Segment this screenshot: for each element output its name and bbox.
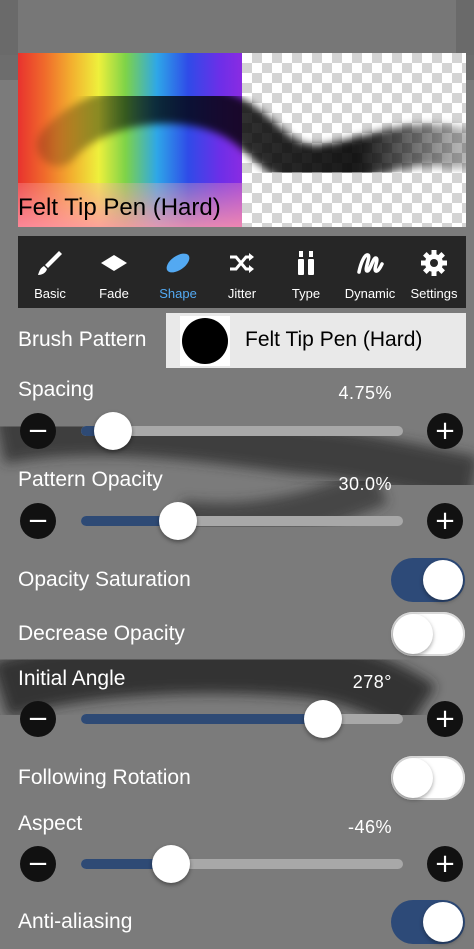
opacity-saturation-label: Opacity Saturation: [18, 568, 191, 591]
slider-knob[interactable]: [94, 412, 133, 450]
pattern-opacity-plus-button[interactable]: +: [427, 503, 463, 539]
anti-aliasing-label: Anti-aliasing: [18, 910, 133, 933]
pattern-thumbnail: [180, 316, 230, 366]
initial-angle-slider[interactable]: [81, 700, 403, 738]
spacing-value: 4.75%: [338, 383, 392, 403]
ellipse-icon: [166, 253, 190, 273]
tab-label: Dynamic: [344, 286, 396, 301]
tab-dynamic[interactable]: Dynamic: [338, 236, 402, 308]
tab-jitter[interactable]: Jitter: [210, 236, 274, 308]
decrease-opacity-toggle[interactable]: [391, 612, 465, 656]
pattern-opacity-minus-button[interactable]: −: [20, 503, 56, 539]
tab-label: Basic: [34, 286, 66, 301]
slider-fill: [81, 714, 323, 724]
initial-angle-minus-button[interactable]: −: [20, 701, 56, 737]
pattern-name: Felt Tip Pen (Hard): [245, 328, 423, 351]
brush-pattern-label: Brush Pattern: [18, 328, 147, 351]
slider-knob[interactable]: [152, 845, 191, 883]
brush-icon: [38, 251, 62, 275]
tab-basic[interactable]: Basic: [18, 236, 82, 308]
gear-icon: [421, 250, 447, 276]
tab-label: Fade: [99, 286, 129, 301]
tubes-icon: [298, 251, 314, 275]
tab-label: Settings: [410, 286, 458, 301]
toggle-thumb: [393, 758, 433, 798]
initial-angle-plus-button[interactable]: +: [427, 701, 463, 737]
pattern-opacity-slider[interactable]: [81, 502, 403, 540]
aspect-value: -46%: [347, 817, 392, 837]
pattern-opacity-value: 30.0%: [338, 474, 392, 494]
tab-label: Shape: [159, 286, 197, 301]
preview-brush-name: Felt Tip Pen (Hard): [18, 194, 221, 221]
toggle-thumb: [423, 560, 463, 600]
top-band: [18, 0, 456, 55]
slider-knob[interactable]: [158, 502, 197, 540]
following-rotation-toggle[interactable]: [391, 756, 465, 800]
brush-preview: Felt Tip Pen (Hard): [18, 53, 466, 227]
spacing-plus-button[interactable]: +: [427, 413, 463, 449]
scribble-icon: [357, 253, 384, 274]
pattern-opacity-label: Pattern Opacity: [18, 468, 163, 491]
toggle-thumb: [393, 614, 433, 654]
top-bar: [0, 0, 474, 55]
tab-shape[interactable]: Shape: [146, 236, 210, 308]
aspect-label: Aspect: [18, 812, 83, 835]
shuffle-icon: [230, 253, 254, 273]
tab-label: Jitter: [227, 286, 257, 301]
circle-pattern-icon: [182, 318, 228, 364]
tab-label: Type: [291, 286, 321, 301]
brush-pattern-selector[interactable]: Felt Tip Pen (Hard): [166, 313, 466, 368]
opacity-saturation-toggle[interactable]: [391, 558, 465, 602]
spacing-slider[interactable]: [81, 412, 403, 450]
spacing-label: Spacing: [18, 378, 94, 401]
diamond-icon: [101, 255, 127, 271]
aspect-minus-button[interactable]: −: [20, 846, 56, 882]
initial-angle-value: 278°: [352, 672, 392, 692]
tab-fade[interactable]: Fade: [82, 236, 146, 308]
anti-aliasing-toggle[interactable]: [391, 900, 465, 944]
aspect-plus-button[interactable]: +: [427, 846, 463, 882]
aspect-slider[interactable]: [81, 845, 403, 883]
initial-angle-label: Initial Angle: [18, 667, 126, 690]
brush-settings-tabs: Basic Fade Shape Jitter Type Dynamic Set…: [18, 236, 466, 308]
decrease-opacity-label: Decrease Opacity: [18, 622, 185, 645]
spacing-minus-button[interactable]: −: [20, 413, 56, 449]
tab-settings[interactable]: Settings: [402, 236, 466, 308]
tab-type[interactable]: Type: [274, 236, 338, 308]
slider-knob[interactable]: [303, 700, 342, 738]
toggle-thumb: [423, 902, 463, 942]
following-rotation-label: Following Rotation: [18, 766, 191, 789]
